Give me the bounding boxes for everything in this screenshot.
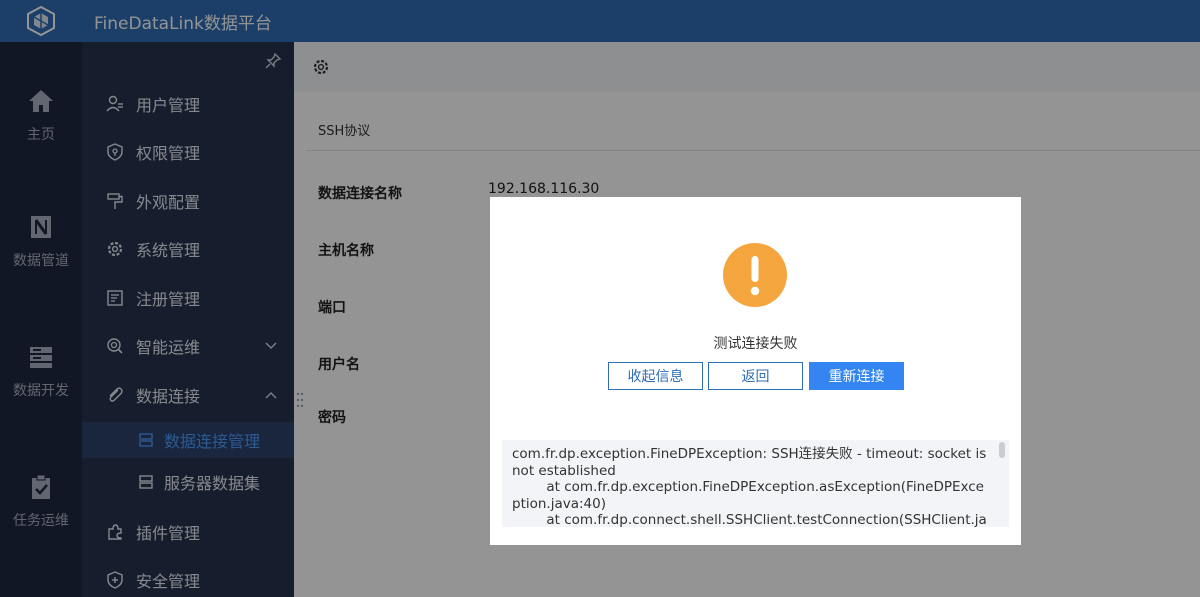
error-details-box[interactable]: com.fr.dp.exception.FineDPException: SSH… <box>502 440 1009 527</box>
dialog-message: 测试连接失败 <box>713 336 798 352</box>
back-button[interactable]: 返回 <box>708 362 803 390</box>
collapse-info-button[interactable]: 收起信息 <box>608 362 703 390</box>
error-details-text: com.fr.dp.exception.FineDPException: SSH… <box>512 446 987 527</box>
error-scrollbar[interactable] <box>999 442 1005 458</box>
warning-icon <box>723 243 787 307</box>
connection-failed-dialog: 测试连接失败 收起信息 返回 重新连接 com.fr.dp.exception.… <box>490 197 1021 545</box>
reconnect-button[interactable]: 重新连接 <box>809 362 904 390</box>
